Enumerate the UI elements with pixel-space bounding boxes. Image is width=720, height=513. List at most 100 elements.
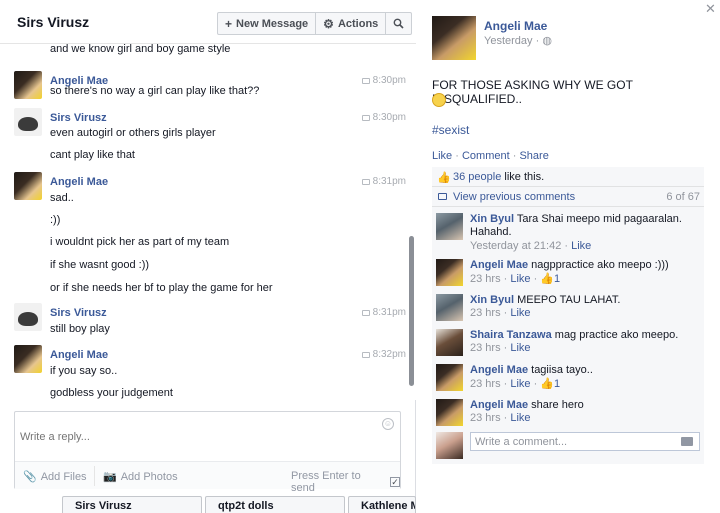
likes-count-link[interactable]: 36 people xyxy=(453,171,501,183)
add-photos-button[interactable]: 📷 Add Photos xyxy=(103,470,178,484)
comment-like-link[interactable]: Like xyxy=(510,412,530,424)
commenter-name[interactable]: Angeli Mae xyxy=(470,364,528,376)
comment-body: Xin Byul Tara Shai meepo mid pagaaralan.… xyxy=(470,213,700,239)
chat-tab-qtp2t-dolls[interactable]: qtp2t dolls xyxy=(205,496,345,513)
comment-like-count[interactable]: 👍1 xyxy=(540,378,560,390)
commenter-avatar[interactable] xyxy=(436,399,463,426)
comment-time[interactable]: Yesterday at 21:42 · xyxy=(470,240,571,252)
new-message-label: New Message xyxy=(236,17,309,30)
close-icon[interactable]: ✕ xyxy=(705,1,716,17)
comment-like-link[interactable]: Like xyxy=(510,342,530,354)
comment-time[interactable]: 23 hrs · xyxy=(470,412,510,424)
view-previous-comments[interactable]: View previous comments 6 of 67 xyxy=(432,187,704,207)
post-hashtag[interactable]: #sexist xyxy=(432,123,469,137)
commenter-name[interactable]: Angeli Mae xyxy=(470,259,528,271)
search-icon xyxy=(393,18,404,29)
share-link[interactable]: Share xyxy=(519,150,548,162)
message-text: i wouldnt pick her as part of my team xyxy=(50,236,230,248)
comment-item: Xin Byul Tara Shai meepo mid pagaaralan.… xyxy=(432,211,704,255)
write-comment-input[interactable]: Write a comment... xyxy=(470,432,700,451)
comment-link[interactable]: Comment xyxy=(462,150,510,162)
write-comment-placeholder: Write a comment... xyxy=(475,436,568,448)
comment-like-link[interactable]: Like xyxy=(510,378,530,390)
commenter-avatar[interactable] xyxy=(436,294,463,321)
commenter-avatar[interactable] xyxy=(436,259,463,286)
chat-title[interactable]: Sirs Virusz xyxy=(17,14,89,30)
message-timestamp: 8:31pm xyxy=(361,176,406,187)
chat-avatar[interactable] xyxy=(14,172,42,200)
commenter-name[interactable]: Shaira Tanzawa xyxy=(470,329,552,341)
reply-input[interactable] xyxy=(20,417,380,457)
composer-toolbar: 📎 Add Files 📷 Add Photos Press Enter to … xyxy=(15,461,400,494)
commenter-avatar[interactable] xyxy=(436,364,463,391)
chat-header-buttons: + New Message ⚙ Actions xyxy=(217,12,413,35)
comment-text: tagiisa tayo.. xyxy=(528,364,593,376)
message-timestamp: 8:30pm xyxy=(361,112,406,123)
comment-like-link[interactable]: Like xyxy=(571,240,591,252)
search-button[interactable] xyxy=(386,13,411,34)
plus-icon: + xyxy=(225,16,233,31)
press-enter-toggle[interactable]: Press Enter to send ✓ xyxy=(291,470,400,494)
chat-tab-kathlene[interactable]: Kathlene Me xyxy=(348,496,416,513)
message-time-label: 8:31pm xyxy=(372,176,406,187)
likes-summary: 👍 36 people like this. xyxy=(432,167,704,187)
comment-time[interactable]: 23 hrs · xyxy=(470,342,510,354)
commenter-avatar[interactable] xyxy=(436,213,463,240)
message-text: cant play like that xyxy=(50,149,135,161)
comment-like-link[interactable]: Like xyxy=(510,273,530,285)
commenter-name[interactable]: Xin Byul xyxy=(470,213,514,225)
chat-avatar[interactable] xyxy=(14,345,42,373)
post-time-label: Yesterday · xyxy=(484,35,540,47)
comment-time[interactable]: 23 hrs · xyxy=(470,273,510,285)
write-comment-row: Write a comment... xyxy=(432,429,704,463)
message-sender[interactable]: Angeli Mae xyxy=(50,349,108,361)
message-text: sad.. xyxy=(50,192,74,204)
message-time-label: 8:30pm xyxy=(372,112,406,123)
mouse-avatar-icon xyxy=(18,312,38,326)
comment-text: nagppractice ako meepo :))) xyxy=(528,259,669,271)
message-scrollbar[interactable] xyxy=(409,236,414,386)
feedback-box: 👍 36 people like this. View previous com… xyxy=(432,167,704,464)
press-enter-checkbox[interactable]: ✓ xyxy=(390,477,400,487)
message-text: if she wasnt good :)) xyxy=(50,259,150,271)
comment-like-link[interactable]: Like xyxy=(510,307,530,319)
message-sender[interactable]: Sirs Virusz xyxy=(50,307,107,319)
new-message-button[interactable]: + New Message xyxy=(218,13,317,34)
post-author-name[interactable]: Angeli Mae xyxy=(484,19,547,33)
thumbs-up-icon: 👍 xyxy=(437,172,451,184)
comment-body: Xin Byul MEEPO TAU LAHAT. xyxy=(470,294,700,307)
paperclip-icon: 📎 xyxy=(23,471,37,483)
comment-like-count[interactable]: 👍1 xyxy=(540,273,560,285)
actions-button[interactable]: ⚙ Actions xyxy=(316,13,387,34)
commenter-name[interactable]: Xin Byul xyxy=(470,294,514,306)
chat-avatar[interactable] xyxy=(14,108,42,136)
commenter-avatar[interactable] xyxy=(436,329,463,356)
post-author-avatar[interactable] xyxy=(432,16,476,60)
post-timestamp[interactable]: Yesterday · ◍ xyxy=(484,34,552,47)
chat-header: Sirs Virusz + New Message ⚙ Actions xyxy=(0,0,416,44)
message-list[interactable]: and we know girl and boy game style Angel… xyxy=(0,44,416,400)
message-sender[interactable]: Sirs Virusz xyxy=(50,112,107,124)
commenter-name[interactable]: Angeli Mae xyxy=(470,399,528,411)
message-text: :)) xyxy=(50,214,61,226)
comment-meta: 23 hrs · Like xyxy=(470,307,531,319)
camera-icon[interactable] xyxy=(681,437,693,446)
comment-item: Xin Byul MEEPO TAU LAHAT. 23 hrs · Like xyxy=(432,292,704,325)
chat-avatar[interactable] xyxy=(14,303,42,331)
comment-body: Angeli Mae nagppractice ako meepo :))) xyxy=(470,259,700,272)
chat-avatar[interactable] xyxy=(14,71,42,99)
add-files-label: Add Files xyxy=(40,470,87,483)
comment-time[interactable]: 23 hrs · xyxy=(470,307,510,319)
chat-tab-sirs-virusz[interactable]: Sirs Virusz xyxy=(62,496,202,513)
post-panel: ✕ Angeli Mae Yesterday · ◍ FOR THOSE ASK… xyxy=(417,0,720,513)
comment-body: Angeli Mae tagiisa tayo.. xyxy=(470,364,700,377)
comment-time[interactable]: 23 hrs · xyxy=(470,378,510,390)
comment-text: MEEPO TAU LAHAT. xyxy=(514,294,621,306)
press-enter-label: Press Enter to send xyxy=(291,470,361,494)
emoticon-icon[interactable]: ☺ xyxy=(382,418,394,430)
message-time-label: 8:31pm xyxy=(372,307,406,318)
seen-icon xyxy=(361,114,370,121)
like-link[interactable]: Like xyxy=(432,150,452,162)
message-sender[interactable]: Angeli Mae xyxy=(50,176,108,188)
add-files-button[interactable]: 📎 Add Files xyxy=(23,470,87,484)
